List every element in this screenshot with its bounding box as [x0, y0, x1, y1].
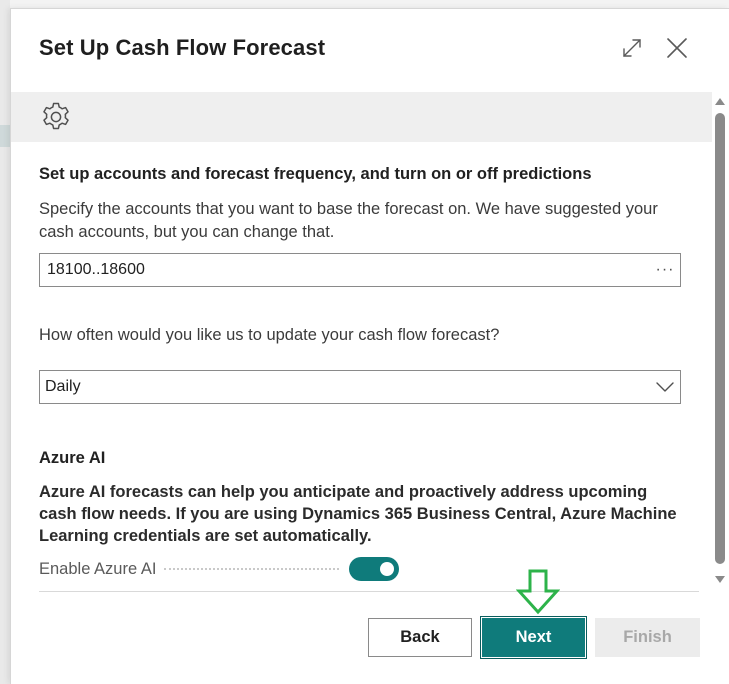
azure-ai-title: Azure AI: [39, 449, 106, 467]
lookup-ellipsis-icon[interactable]: ···: [650, 261, 680, 279]
close-icon: [667, 38, 687, 58]
scroll-thumb[interactable]: [715, 113, 725, 564]
chevron-down-icon[interactable]: [650, 382, 680, 392]
accounts-field[interactable]: 18100..18600 ···: [39, 253, 681, 287]
enable-azure-ai-row: Enable Azure AI: [39, 557, 399, 581]
down-arrow-annotation-icon: [516, 569, 560, 615]
background-row-highlight: [0, 125, 10, 147]
expand-button[interactable]: [617, 33, 647, 63]
footer-divider: [39, 591, 699, 592]
accounts-value[interactable]: 18100..18600: [47, 261, 650, 279]
setup-dialog: Set Up Cash Flow Forecast Set up account…: [10, 8, 729, 684]
expand-icon: [623, 39, 641, 57]
azure-ai-description: Azure AI forecasts can help you anticipa…: [39, 483, 677, 545]
toggle-knob: [380, 562, 394, 576]
frequency-question: How often would you like us to update yo…: [39, 326, 500, 344]
back-button[interactable]: Back: [368, 618, 472, 657]
close-button[interactable]: [662, 33, 692, 63]
frequency-value[interactable]: Daily: [45, 378, 650, 396]
background-page: [0, 0, 10, 684]
step-heading: Set up accounts and forecast frequency, …: [39, 165, 592, 183]
step-description: Specify the accounts that you want to ba…: [39, 200, 658, 241]
gear-icon: [43, 102, 69, 130]
dotted-leader: [164, 568, 339, 570]
scroll-up-arrow[interactable]: [715, 98, 725, 105]
frequency-select[interactable]: Daily: [39, 370, 681, 404]
enable-azure-ai-toggle[interactable]: [349, 557, 399, 581]
finish-button: Finish: [595, 618, 700, 657]
step-banner: [11, 92, 712, 142]
scroll-down-arrow[interactable]: [715, 576, 725, 583]
next-button[interactable]: Next: [480, 616, 587, 659]
enable-azure-ai-label: Enable Azure AI: [39, 559, 157, 578]
vertical-scrollbar[interactable]: [711, 92, 729, 592]
dialog-title: Set Up Cash Flow Forecast: [39, 35, 326, 60]
